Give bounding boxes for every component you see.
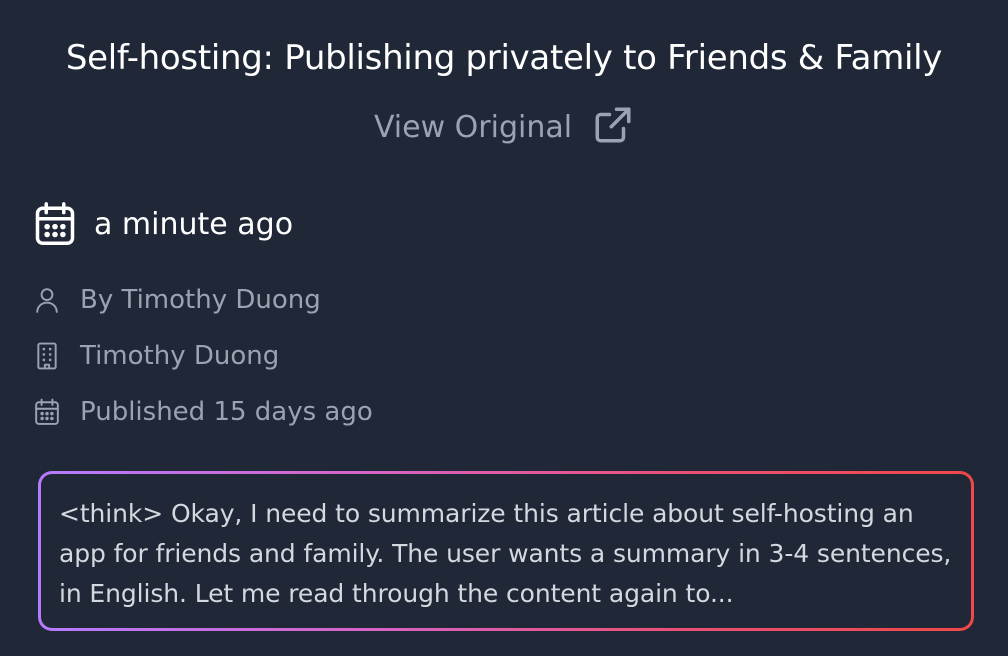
author-name: By Timothy Duong bbox=[80, 285, 321, 315]
author-row: By Timothy Duong bbox=[34, 282, 321, 318]
published-row: Published 15 days ago bbox=[34, 394, 373, 430]
view-original-label: View Original bbox=[373, 109, 573, 145]
user-icon bbox=[36, 288, 58, 313]
published-date: Published 15 days ago bbox=[80, 397, 373, 427]
article-title: Self-hosting: Publishing privately to Fr… bbox=[65, 38, 943, 78]
building-icon bbox=[37, 342, 57, 370]
ai-summary-text: <think> Okay, I need to summarize this a… bbox=[41, 474, 971, 628]
site-name: Timothy Duong bbox=[80, 341, 280, 371]
view-original-link[interactable]: View Original bbox=[0, 104, 1008, 150]
calendar-icon bbox=[35, 202, 75, 245]
saved-date-row: a minute ago bbox=[34, 200, 293, 248]
site-row: Timothy Duong bbox=[34, 338, 279, 374]
saved-time: a minute ago bbox=[94, 206, 294, 242]
calendar-small-icon bbox=[35, 398, 59, 425]
external-link-icon bbox=[595, 107, 631, 143]
ai-summary-card: <think> Okay, I need to summarize this a… bbox=[38, 471, 974, 631]
